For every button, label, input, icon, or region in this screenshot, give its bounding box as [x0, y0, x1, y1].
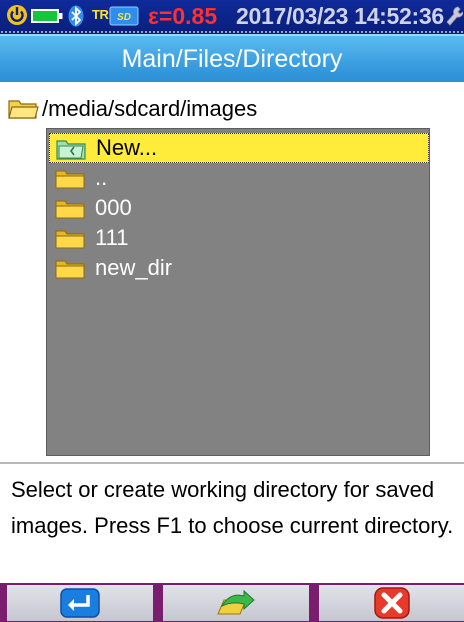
list-item-new[interactable]: New...	[49, 133, 429, 163]
list-item-label: 111	[95, 225, 129, 250]
open-folder-icon	[8, 100, 39, 119]
f3-cancel-button[interactable]	[319, 585, 464, 621]
power-icon	[7, 5, 27, 25]
help-text: Select or create working directory for s…	[11, 477, 454, 538]
list-item-parent[interactable]: ..	[49, 163, 429, 193]
page-title: Main/Files/Directory	[121, 45, 343, 73]
status-bar: TR SD ε=0.85 2017/03/23 14:52:36	[0, 0, 464, 34]
folder-icon	[55, 170, 85, 189]
wrench-icon	[446, 6, 463, 26]
help-panel: Select or create working directory for s…	[0, 462, 464, 580]
emissivity-value: ε=0.85	[148, 3, 218, 29]
list-item-000[interactable]: 000	[49, 193, 429, 223]
list-item-111[interactable]: 111	[49, 223, 429, 253]
folder-icon	[55, 230, 85, 249]
folder-icon	[55, 260, 85, 279]
date-time: 2017/03/23 14:52:36	[236, 3, 444, 29]
battery-icon	[31, 9, 63, 23]
list-item-label: 000	[95, 195, 132, 220]
list-item-label: ..	[95, 165, 108, 190]
f1-enter-button[interactable]	[7, 585, 153, 621]
list-item-label: new_dir	[95, 255, 173, 280]
sd-card-icon: SD	[109, 6, 139, 26]
folder-icon	[55, 200, 85, 219]
list-item-new-dir[interactable]: new_dir	[49, 253, 429, 283]
tr-label: TR	[92, 7, 109, 22]
bluetooth-icon	[68, 5, 84, 27]
cancel-icon	[374, 587, 410, 619]
move-arrow-icon	[217, 589, 255, 615]
new-folder-icon	[56, 140, 86, 160]
path-text: /media/sdcard/images	[42, 96, 258, 121]
function-key-bar	[0, 583, 464, 622]
directory-list[interactable]: New... .. 000 111 new_dir	[46, 128, 430, 456]
f2-move-button[interactable]	[163, 585, 309, 621]
list-item-label: New...	[96, 135, 158, 160]
svg-text:SD: SD	[117, 12, 131, 23]
title-bar: Main/Files/Directory	[0, 34, 464, 82]
enter-icon	[60, 588, 100, 618]
